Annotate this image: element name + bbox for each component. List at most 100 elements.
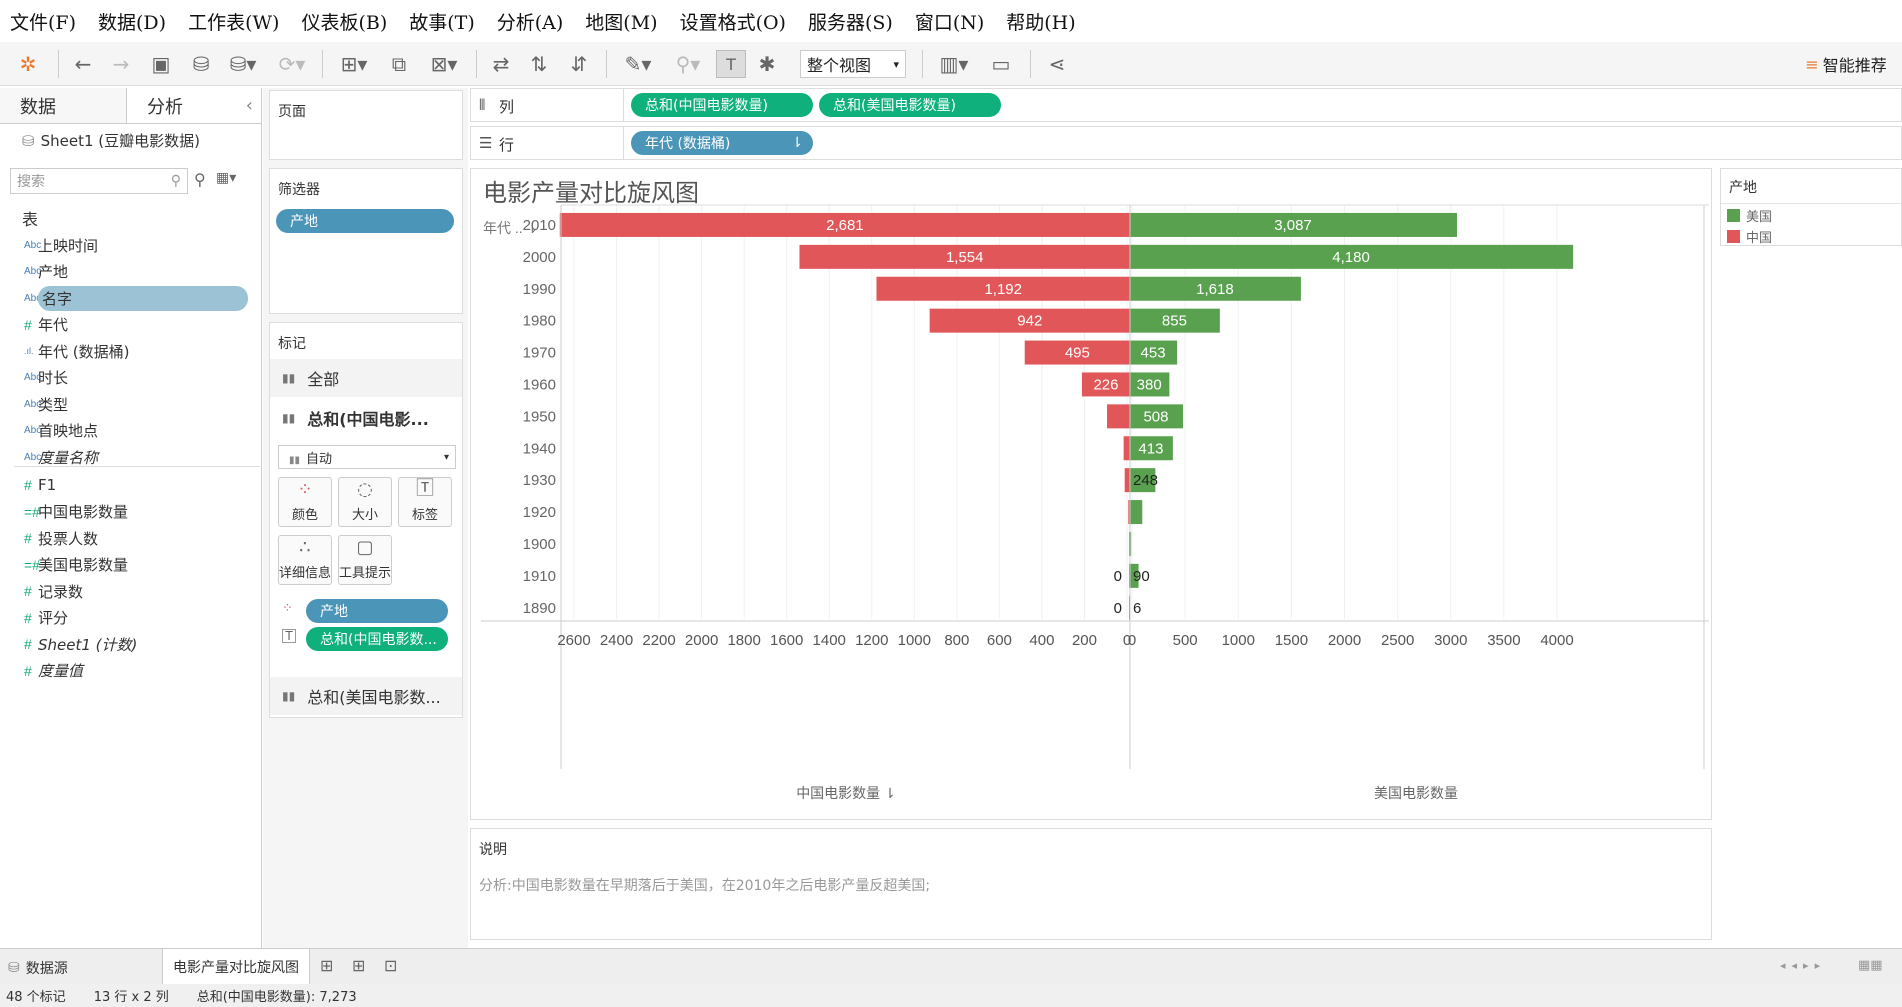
detail-icon: ∴ [299,537,311,558]
undo-icon[interactable]: ← [70,50,96,78]
axis-tick-cn: 600 [987,632,1012,649]
field-type-icon: =# [24,503,40,520]
tab-nav-icon[interactable]: ◂◂▸▸ [1780,959,1826,972]
field-item[interactable]: Abc 名字 [0,285,258,311]
new-worksheet-icon[interactable]: ⊞▾ [334,50,374,78]
view-grid-icon[interactable]: ▦▦ [1858,958,1883,973]
field-item[interactable]: Abc 上映时间 [0,232,258,258]
columns-shelf[interactable]: ⫴ 列 总和(中国电影数量) 总和(美国电影数量) [470,88,1902,122]
duplicate-sheet-icon[interactable]: ⧉ [386,50,412,78]
redo-icon[interactable]: → [108,50,134,78]
collapse-icon[interactable]: ‹ [246,95,253,116]
color-button[interactable]: ⁘ 颜色 [278,477,332,527]
axis-tick-cn: 1200 [855,632,888,649]
swap-icon[interactable]: ⇄ [488,50,514,78]
row-pill[interactable]: 年代 (数据桶) ⇂ [631,131,813,155]
legend-item[interactable]: 美国 [1727,205,1772,226]
sort-asc-icon[interactable]: ⇅ [526,50,552,78]
field-item[interactable]: .ıl. 年代 (数据桶) [0,338,258,364]
field-item[interactable]: # 度量值 [0,658,258,684]
filter-pill[interactable]: 产地 [276,209,454,233]
highlight-icon[interactable]: ✎▾ [618,50,658,78]
marks-us-tab[interactable]: ▮▮ 总和(美国电影数... [270,677,462,715]
menu-item-7[interactable]: 设置格式(O) [680,8,786,35]
view-list-icon[interactable]: ▦▾ [216,170,236,186]
legend-item[interactable]: 中国 [1727,226,1772,247]
field-item[interactable]: Abc 首映地点 [0,418,258,444]
mark-type-select[interactable]: ▮▮ 自动 ▾ [278,445,456,469]
field-label: 名字 [38,285,248,311]
show-labels-icon[interactable]: T [716,50,746,78]
field-item[interactable]: # 记录数 [0,578,258,604]
size-button[interactable]: ◌ 大小 [338,477,392,527]
tab-data[interactable]: 数据 [0,88,127,123]
clear-sheet-icon[interactable]: ⊠▾ [424,50,464,78]
fit-view-select[interactable]: 整个视图 ▾ [800,50,906,78]
filters-card[interactable]: 筛选器 产地 [269,168,463,314]
column-pill-cn[interactable]: 总和(中国电影数量) [631,93,813,117]
smart-recommend-button[interactable]: ≡ 智能推荐 [1796,50,1896,78]
datasource-tab[interactable]: ⛁ 数据源 [8,958,68,978]
search-input[interactable]: 搜索 ⚲ [10,168,188,194]
field-item[interactable]: Abc 产地 [0,259,258,285]
datasource-item[interactable]: ⛁ Sheet1 (豆瓣电影数据) [22,130,200,151]
axis-tick-cn: 2000 [685,632,718,649]
menu-item-9[interactable]: 窗口(N) [915,8,984,35]
field-type-icon: # [24,662,32,679]
menu-item-5[interactable]: 分析(A) [497,8,564,35]
presentation-icon[interactable]: ▭ [988,50,1014,78]
label-button[interactable]: 🅃 标签 [398,477,452,527]
tableau-logo-icon[interactable]: ✲ [16,50,40,78]
menu-item-10[interactable]: 帮助(H) [1006,8,1075,35]
menu-item-1[interactable]: 数据(D) [98,8,166,35]
field-label: 度量名称 [38,448,99,467]
field-item[interactable]: # 评分 [0,605,258,631]
share-icon[interactable]: ⋖ [1044,50,1070,78]
field-type-icon: Abc [24,451,42,463]
show-cards-icon[interactable]: ▥▾ [934,50,974,78]
field-item[interactable]: =# 中国电影数量 [0,499,258,525]
menu-item-2[interactable]: 工作表(W) [188,8,279,35]
new-story-icon[interactable]: ⊡ [384,956,397,975]
new-worksheet-icon[interactable]: ⊞ [320,956,333,975]
pause-updates-icon[interactable]: ⛁▾ [226,50,260,78]
pages-card[interactable]: 页面 [269,90,463,160]
filter-icon[interactable]: ⚲ [194,170,206,189]
field-type-icon: # [24,530,32,546]
save-icon[interactable]: ▣ [148,50,174,78]
field-item[interactable]: Abc 时长 [0,365,258,391]
bar-label-us: 413 [1138,440,1163,457]
label-mark-icon: T [282,629,296,643]
menu-item-6[interactable]: 地图(M) [585,8,657,35]
sort-desc-icon[interactable]: ⇵ [566,50,592,78]
tooltip-button[interactable]: ▢ 工具提示 [338,535,392,585]
chart-title: 电影产量对比旋风图 [483,180,699,207]
tab-analysis[interactable]: 分析 ‹ [127,88,261,123]
menu-item-8[interactable]: 服务器(S) [808,8,893,35]
columns-label: 列 [499,98,515,116]
pin-icon[interactable]: ✱ [754,50,780,78]
field-type-icon: Abc [24,398,42,410]
mark-label-pill[interactable]: 总和(中国电影数... [306,627,448,651]
menu-item-0[interactable]: 文件(F) [10,8,76,35]
group-icon[interactable]: ⚲▾ [668,50,708,78]
refresh-icon[interactable]: ⟳▾ [274,50,310,78]
field-item[interactable]: # 年代 [0,312,258,338]
field-type-icon: # [24,477,32,493]
field-item[interactable]: # Sheet1 (计数) [0,631,258,657]
new-datasource-icon[interactable]: ⛁ [188,50,214,78]
marks-all-tab[interactable]: ▮▮ 全部 [270,359,462,397]
detail-button[interactable]: ∴ 详细信息 [278,535,332,585]
menu-item-3[interactable]: 仪表板(B) [301,8,387,35]
field-item[interactable]: # F1 [0,472,258,498]
field-item[interactable]: Abc 类型 [0,391,258,417]
field-item[interactable]: =# 美国电影数量 [0,552,258,578]
new-dashboard-icon[interactable]: ⊞ [352,956,365,975]
field-item[interactable]: # 投票人数 [0,525,258,551]
rows-shelf[interactable]: ☰ 行 年代 (数据桶) ⇂ [470,126,1902,160]
sheet-tab-active[interactable]: 电影产量对比旋风图 [162,949,310,985]
column-pill-us[interactable]: 总和(美国电影数量) [819,93,1001,117]
mark-color-pill[interactable]: 产地 [306,599,448,623]
marks-cn-tab[interactable]: ▮▮ 总和(中国电影... [270,399,462,437]
menu-item-4[interactable]: 故事(T) [409,8,475,35]
